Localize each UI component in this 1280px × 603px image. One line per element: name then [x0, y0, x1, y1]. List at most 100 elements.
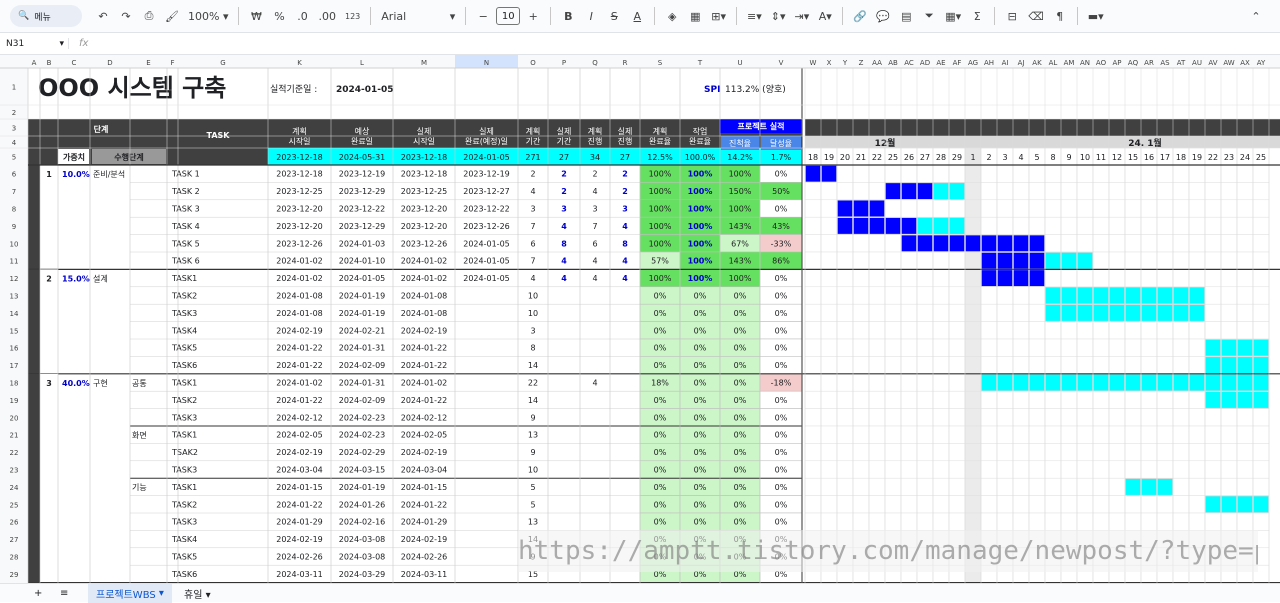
gantt-cell	[837, 304, 853, 321]
header-real-period: 기간	[557, 136, 572, 146]
gantt-cell	[805, 287, 821, 304]
progress-rate: 0%	[734, 448, 747, 457]
horizontal-align-icon[interactable]: ≡▾	[744, 5, 765, 27]
name-box[interactable]: N31▾	[0, 39, 68, 49]
format-clear-icon[interactable]: ⌫	[1025, 5, 1047, 27]
gantt-cell	[1173, 356, 1189, 373]
zoom-select[interactable]: 100% ▾	[185, 5, 231, 27]
functions-icon[interactable]: Σ	[967, 5, 987, 27]
gantt-cell	[1189, 269, 1205, 286]
task-name: TASK2	[171, 500, 197, 509]
spreadsheet-grid[interactable]: ABCDEFGKLMNOPQRSTUVWXYZAAABACADAEAFAGAHA…	[0, 55, 1280, 583]
decrease-decimal-button[interactable]: .0	[292, 5, 312, 27]
summary-value: 34	[590, 153, 600, 162]
gantt-cell	[1189, 391, 1205, 408]
gantt-cell	[1045, 409, 1061, 426]
achieve-rate: 0%	[775, 344, 788, 353]
all-sheets-icon[interactable]: ≡	[60, 588, 68, 599]
vertical-align-icon[interactable]: ⇕▾	[768, 5, 789, 27]
gantt-cell	[837, 443, 853, 460]
gantt-cell	[1109, 356, 1125, 373]
text-rotation-icon[interactable]: A▾	[815, 5, 835, 27]
gantt-cell	[1109, 513, 1125, 530]
gantt-cell	[1077, 496, 1093, 513]
filter-views-icon[interactable]: ▦▾	[942, 5, 964, 27]
gantt-cell	[1157, 217, 1173, 234]
font-size-input[interactable]: 10	[496, 7, 520, 25]
work-rate: 0%	[694, 379, 707, 388]
tab-project-wbs[interactable]: 프로젝트WBS ▾	[88, 584, 172, 603]
gantt-cell	[821, 530, 837, 547]
increase-decimal-button[interactable]: .00	[315, 5, 339, 27]
cell-pp: 4	[530, 274, 535, 283]
tab-holiday[interactable]: 휴일 ▾	[184, 586, 211, 601]
gantt-cell	[1189, 478, 1205, 495]
gantt-cell	[1109, 548, 1125, 565]
work-rate: 0%	[694, 518, 707, 527]
cell-rs: 2023-12-26	[401, 239, 448, 248]
collapse-toolbar-icon[interactable]: ⌃	[1246, 5, 1266, 27]
menu-search[interactable]: 🔍 메뉴	[10, 5, 82, 27]
gantt-bar	[918, 235, 933, 251]
italic-icon[interactable]: I	[581, 5, 601, 27]
gantt-cell	[1253, 409, 1269, 426]
bold-icon[interactable]: B	[558, 5, 578, 27]
gantt-bar	[1046, 253, 1061, 269]
number-format-button[interactable]: 123	[342, 5, 363, 27]
gantt-cell	[965, 339, 981, 356]
paint-format-icon[interactable]: 🖌	[162, 5, 182, 27]
gantt-cell	[853, 461, 869, 478]
gantt-cell	[981, 548, 997, 565]
gantt-cell	[965, 461, 981, 478]
gantt-bar	[1222, 496, 1237, 512]
redo-icon[interactable]: ↷	[116, 5, 136, 27]
plan-rate: 100%	[649, 170, 672, 179]
print-icon[interactable]: ⎙	[139, 5, 159, 27]
undo-icon[interactable]: ↶	[93, 5, 113, 27]
font-size-decrease[interactable]: −	[473, 5, 493, 27]
gantt-cell	[901, 391, 917, 408]
freeze-icon[interactable]: ⊟	[1002, 5, 1022, 27]
fill-color-icon[interactable]: ◈	[662, 5, 682, 27]
text-wrap-icon[interactable]: ⇥▾	[792, 5, 813, 27]
input-tools-icon[interactable]: ▬▾	[1085, 5, 1107, 27]
gantt-cell	[1029, 322, 1045, 339]
gantt-cell	[1205, 287, 1221, 304]
text-color-icon[interactable]: A	[627, 5, 647, 27]
currency-button[interactable]: ₩	[246, 5, 266, 27]
borders-icon[interactable]: ▦	[685, 5, 705, 27]
gantt-cell	[1205, 269, 1221, 286]
gantt-cell	[837, 356, 853, 373]
gantt-bar	[1238, 340, 1253, 356]
gantt-cell	[949, 409, 965, 426]
gantt-cell	[917, 496, 933, 513]
chart-icon[interactable]: ▤	[896, 5, 916, 27]
column-letter: AV	[1208, 59, 1217, 67]
gantt-cell	[869, 322, 885, 339]
gantt-cell	[1253, 165, 1269, 182]
strikethrough-icon[interactable]: S	[604, 5, 624, 27]
add-sheet-icon[interactable]: +	[34, 588, 42, 599]
gantt-cell	[821, 269, 837, 286]
comment-icon[interactable]: 💬	[873, 5, 893, 27]
cell-pp: 13	[528, 518, 538, 527]
merge-cells-icon[interactable]: ⊞▾	[708, 5, 729, 27]
gantt-bar	[1222, 374, 1237, 390]
font-select[interactable]: Arial▾	[378, 5, 458, 27]
percent-button[interactable]: %	[269, 5, 289, 27]
filter-icon[interactable]: ⏷	[919, 5, 939, 27]
link-icon[interactable]: 🔗	[850, 5, 870, 27]
gantt-cell	[981, 478, 997, 495]
gantt-cell	[1189, 339, 1205, 356]
gantt-cell	[1253, 235, 1269, 252]
gantt-cell	[1061, 548, 1077, 565]
gantt-cell	[1061, 443, 1077, 460]
font-size-increase[interactable]: +	[523, 5, 543, 27]
row-number: 16	[10, 345, 19, 353]
gantt-cell	[1189, 235, 1205, 252]
gantt-bar	[1014, 374, 1029, 390]
gantt-cell	[1013, 565, 1029, 582]
paragraph-icon[interactable]: ¶	[1050, 5, 1070, 27]
gantt-bar	[1126, 374, 1141, 390]
row-number: 3	[12, 125, 16, 133]
